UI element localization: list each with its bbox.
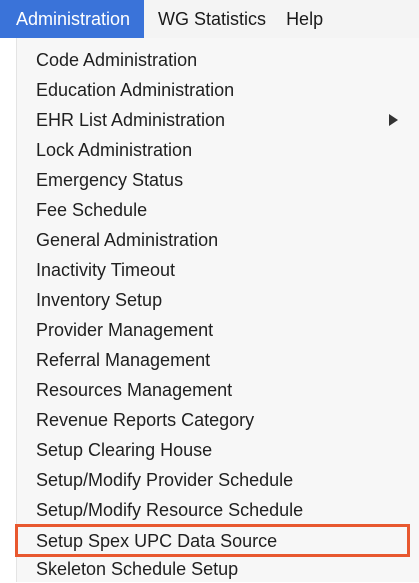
menu-item-ehr-list-administration[interactable]: EHR List Administration: [36, 106, 225, 134]
menu-item-fee-schedule[interactable]: Fee Schedule: [36, 196, 147, 224]
menubar-help[interactable]: Help: [280, 0, 323, 38]
menu-item-inactivity-timeout[interactable]: Inactivity Timeout: [36, 256, 175, 284]
administration-dropdown-menu: Code Administration Education Administra…: [17, 38, 419, 582]
menu-item-general-administration[interactable]: General Administration: [36, 226, 218, 254]
menu-item-education-administration[interactable]: Education Administration: [36, 76, 234, 104]
menu-item-inventory-setup[interactable]: Inventory Setup: [36, 286, 162, 314]
menu-item-emergency-status[interactable]: Emergency Status: [36, 166, 183, 194]
menu-item-setup-modify-resource-schedule[interactable]: Setup/Modify Resource Schedule: [36, 496, 303, 524]
menu-item-code-administration[interactable]: Code Administration: [36, 46, 197, 74]
submenu-arrow-icon: [389, 114, 398, 126]
menu-item-provider-management[interactable]: Provider Management: [36, 316, 213, 344]
menu-item-revenue-reports-category[interactable]: Revenue Reports Category: [36, 406, 254, 434]
menu-item-setup-spex-upc-data-source[interactable]: Setup Spex UPC Data Source: [36, 527, 277, 555]
menu-item-lock-administration[interactable]: Lock Administration: [36, 136, 192, 164]
menu-item-setup-modify-provider-schedule[interactable]: Setup/Modify Provider Schedule: [36, 466, 293, 494]
menubar-administration[interactable]: Administration: [0, 0, 145, 38]
menu-bar: Administration WG Statistics Help: [0, 0, 419, 38]
menu-item-skeleton-schedule-setup[interactable]: Skeleton Schedule Setup: [36, 555, 238, 583]
menubar-wg-statistics[interactable]: WG Statistics: [144, 0, 280, 38]
menu-item-referral-management[interactable]: Referral Management: [36, 346, 210, 374]
menu-item-setup-clearing-house[interactable]: Setup Clearing House: [36, 436, 212, 464]
menu-item-resources-management[interactable]: Resources Management: [36, 376, 232, 404]
